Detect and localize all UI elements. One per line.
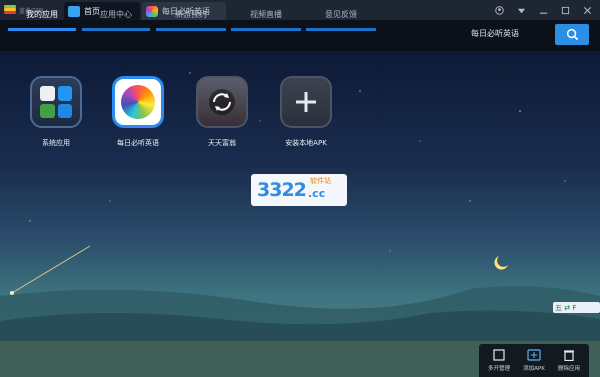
trash-icon [564,350,574,361]
app-label-system: 系统应用 [42,139,70,147]
account-icon[interactable] [492,3,506,17]
maximize-icon[interactable] [558,3,572,17]
nav-live-video-label: 视频直播 [250,10,282,19]
minimize-icon[interactable] [536,3,550,17]
app-label-install-apk: 安装本地APK [285,139,327,147]
delete-app-button[interactable]: 删除应用 [551,347,587,375]
system-apps-icon [40,86,72,118]
search-input[interactable]: 每日必听英语 [471,28,555,42]
nav-feedback-label: 意见反馈 [325,10,357,19]
add-apk-button[interactable]: 添加APK [516,347,552,375]
watermark-number: 3322 [257,179,307,201]
app-tile-tycoon[interactable] [196,76,248,128]
refresh-app-icon [209,89,235,115]
app-tile-system[interactable] [30,76,82,128]
bottom-dock: 多开管理 添加APK 删除应用 [479,344,589,377]
nav-app-center[interactable]: 应用中心 [82,9,150,31]
side-tag-text: 五 ⇄ F [555,303,577,312]
side-toggle-tag[interactable]: 五 ⇄ F [553,302,600,313]
nav-feedback[interactable]: 意见反馈 [306,9,376,31]
photos-app-icon [121,85,155,119]
delete-app-label: 删除应用 [557,366,580,372]
app-label-tycoon: 天天富翁 [208,139,236,147]
app-label-english: 每日必听英语 [117,139,159,147]
desktop-area: 系统应用 每日必听英语 天天富翁 安装本地APK [0,51,600,377]
app-tile-english[interactable] [112,76,164,128]
watermark-suffix: .cc [308,187,326,200]
close-icon[interactable] [580,3,594,17]
watermark-logo: 3322 .cc 软件站 [251,174,347,206]
multi-instance-button[interactable]: 多开管理 [481,347,517,375]
nav-my-apps[interactable]: 我的应用 [8,9,76,31]
nav-new-games-label: 新游预约 [175,10,207,19]
nav-my-apps-label: 我的应用 [26,10,58,19]
search-icon [566,28,578,41]
watermark-site: 软件站 [310,177,331,185]
app-tile-install-apk[interactable] [280,76,332,128]
nav-new-games[interactable]: 新游预约 [156,9,226,31]
add-apk-label: 添加APK [523,366,545,372]
settings-icon[interactable] [514,3,528,17]
search-button[interactable] [555,24,589,45]
add-apk-icon [527,349,541,361]
multi-instance-label: 多开管理 [487,366,510,372]
plus-icon [296,92,316,112]
multi-instance-icon [493,349,505,361]
nav-live-video[interactable]: 视频直播 [231,9,301,31]
nav-app-center-label: 应用中心 [100,10,132,19]
